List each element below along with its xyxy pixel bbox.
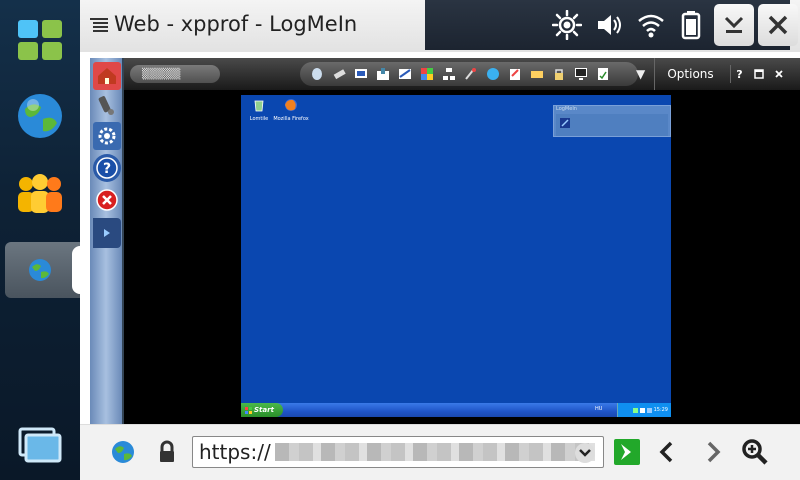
remote-control-icon[interactable] (93, 92, 121, 120)
tray-icon[interactable] (632, 407, 638, 413)
close-icon (775, 70, 783, 78)
web-globe-icon[interactable] (8, 88, 72, 144)
minimize-button[interactable] (714, 4, 754, 46)
device-screen: Web - xpprof - LogMeIn ? ▒▒▒▒▒ ▼ Options… (0, 0, 800, 480)
disconnect-icon[interactable] (93, 186, 121, 214)
clipboard-icon[interactable] (506, 65, 524, 83)
app-dock (0, 0, 85, 480)
screen-icon[interactable] (352, 65, 370, 83)
expand-sidebar-button[interactable] (93, 218, 121, 248)
svg-text:?: ? (103, 161, 111, 177)
lock-icon[interactable] (550, 65, 568, 83)
help-button[interactable]: ? (730, 65, 748, 83)
brightness-icon (551, 10, 583, 40)
preferences-icon[interactable] (93, 122, 121, 150)
desktop-icon-firefox[interactable]: Mozilla Firefox (273, 97, 309, 122)
window-title[interactable]: Web - xpprof - LogMeIn (114, 12, 357, 36)
eraser-icon[interactable] (330, 65, 348, 83)
menu-icon[interactable] (88, 14, 110, 36)
chevron-left-icon (659, 441, 673, 463)
notes-icon[interactable] (594, 65, 612, 83)
remote-viewport[interactable]: Lomtile Mozilla Firefox LogMeIn Start HU… (124, 90, 800, 424)
url-protocol: https:// (199, 440, 271, 464)
go-arrow-icon (614, 439, 640, 465)
toolbar-more-dropdown[interactable]: ▼ (636, 67, 645, 81)
forward-button[interactable] (696, 435, 730, 469)
toolbar-icon-group (300, 62, 638, 86)
keyboard-icon[interactable] (528, 65, 546, 83)
windows-flag-icon (245, 406, 252, 414)
maximize-button[interactable] (750, 65, 768, 83)
chevron-right-icon (104, 229, 110, 237)
zoom-icon[interactable] (374, 65, 392, 83)
remote-taskbar: Start HU 15:29 (241, 403, 671, 417)
mouse-icon[interactable] (308, 65, 326, 83)
firefox-icon (285, 99, 297, 111)
url-redacted (274, 443, 595, 461)
back-button[interactable] (650, 435, 684, 469)
system-tray: 15:29 (617, 403, 671, 417)
remote-window-title: LogMeIn (556, 106, 577, 112)
chevron-down-icon (579, 449, 591, 457)
remote-desktop[interactable]: Lomtile Mozilla Firefox LogMeIn Start HU… (241, 95, 671, 417)
home-icon[interactable] (93, 62, 121, 90)
chat-icon[interactable] (484, 65, 502, 83)
browser-content: ? ▒▒▒▒▒ ▼ Options ? Lomtile Mozilla Fire… (80, 52, 800, 424)
close-icon (768, 15, 788, 35)
chevron-down-icon (724, 16, 744, 33)
recycle-bin-icon (254, 100, 264, 112)
task-switcher-icon[interactable] (8, 418, 72, 474)
secure-lock-icon[interactable] (150, 435, 184, 469)
display-icon[interactable] (396, 65, 414, 83)
volume-icon (593, 10, 625, 40)
start-button[interactable]: Start (241, 403, 283, 417)
remote-logmein-window[interactable]: LogMeIn (553, 105, 671, 137)
zoom-in-icon (742, 439, 768, 465)
desktop-icon-label: Mozilla Firefox (273, 116, 309, 122)
active-browser-task-icon[interactable] (8, 242, 72, 298)
logmein-toolbar: ▒▒▒▒▒ ▼ Options ? (124, 58, 800, 90)
network-icon[interactable] (440, 65, 458, 83)
remote-clock: 15:29 (653, 407, 668, 413)
remote-window-body (556, 114, 668, 136)
pen-icon[interactable] (462, 65, 480, 83)
app-launcher-icon[interactable] (8, 12, 72, 68)
monitor-icon[interactable] (572, 65, 590, 83)
color-icon[interactable] (418, 65, 436, 83)
browser-url-bar: https:// (80, 424, 800, 480)
contacts-icon[interactable] (8, 166, 72, 222)
tray-icon[interactable] (639, 407, 645, 413)
url-history-dropdown[interactable] (575, 443, 595, 463)
close-session-button[interactable] (770, 65, 788, 83)
maximize-icon (754, 69, 764, 79)
help-icon[interactable]: ? (93, 154, 121, 182)
close-button[interactable] (758, 4, 798, 46)
language-indicator[interactable]: HU (595, 406, 602, 412)
tray-icon[interactable] (646, 407, 652, 413)
host-name-pill[interactable]: ▒▒▒▒▒ (130, 65, 220, 83)
url-input[interactable]: https:// (192, 436, 604, 468)
chevron-right-icon (707, 441, 721, 463)
desktop-icon-lomtile[interactable]: Lomtile (241, 97, 277, 122)
options-menu-button[interactable]: Options (654, 58, 726, 90)
zoom-button[interactable] (738, 435, 772, 469)
logmein-app-icon (560, 118, 570, 128)
title-bar: Web - xpprof - LogMeIn (80, 0, 800, 52)
wifi-icon (635, 10, 667, 40)
site-globe-icon[interactable] (106, 435, 140, 469)
start-label: Start (254, 406, 274, 414)
battery-icon (675, 10, 707, 40)
desktop-icon-label: Lomtile (249, 116, 269, 122)
go-button[interactable] (610, 435, 644, 469)
logmein-sidebar: ? (90, 58, 124, 424)
